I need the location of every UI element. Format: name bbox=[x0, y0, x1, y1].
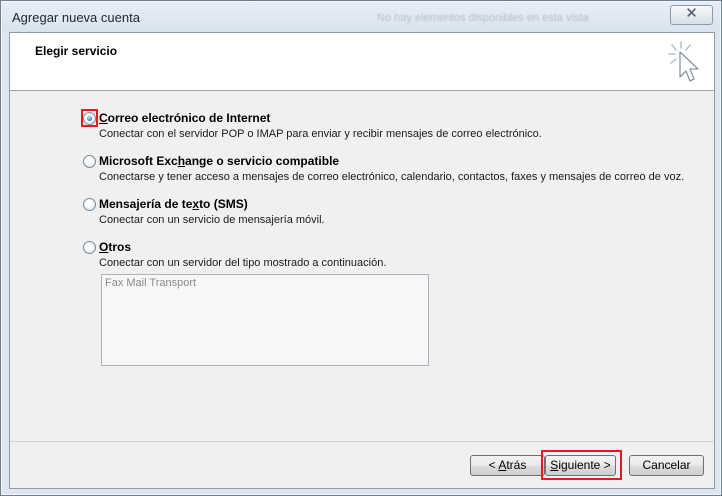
wizard-cursor-icon bbox=[668, 41, 699, 82]
exchange-label[interactable]: Microsoft Exchange o servicio compatible bbox=[99, 154, 339, 168]
close-button[interactable]: ✕ bbox=[670, 5, 713, 25]
footer-divider bbox=[10, 441, 714, 442]
other-label[interactable]: Otros bbox=[99, 240, 131, 254]
title-bar[interactable]: Agregar nueva cuenta No hay elementos di… bbox=[2, 2, 720, 32]
window-title: Agregar nueva cuenta bbox=[12, 10, 140, 25]
wizard-header: Elegir servicio bbox=[10, 33, 714, 91]
background-window-text: No hay elementos disponibles en esta vis… bbox=[377, 12, 589, 24]
cancel-button[interactable]: Cancelar bbox=[629, 455, 704, 476]
close-icon: ✕ bbox=[685, 5, 698, 22]
exchange-description: Conectarse y tener acceso a mensajes de … bbox=[99, 171, 685, 183]
internet-email-label[interactable]: Correo electrónico de Internet bbox=[99, 111, 270, 125]
next-button[interactable]: Siguiente > bbox=[545, 455, 616, 476]
page-title: Elegir servicio bbox=[35, 44, 118, 58]
add-account-dialog: Agregar nueva cuenta No hay elementos di… bbox=[0, 0, 722, 496]
other-description: Conectar con un servidor del tipo mostra… bbox=[99, 257, 387, 269]
sms-radio[interactable] bbox=[83, 198, 96, 211]
sms-description: Conectar con un servicio de mensajería m… bbox=[99, 214, 325, 226]
internet-email-description: Conectar con el servidor POP o IMAP para… bbox=[99, 128, 542, 140]
sms-label[interactable]: Mensajería de texto (SMS) bbox=[99, 197, 248, 211]
exchange-radio[interactable] bbox=[83, 155, 96, 168]
list-item[interactable]: Fax Mail Transport bbox=[105, 277, 196, 289]
other-radio[interactable] bbox=[83, 241, 96, 254]
server-type-list[interactable]: Fax Mail Transport bbox=[101, 274, 429, 366]
back-button[interactable]: < Atrás bbox=[470, 455, 545, 476]
dialog-body: Elegir servicio Correo electrónico de In… bbox=[9, 32, 715, 489]
internet-email-radio[interactable] bbox=[83, 112, 96, 125]
